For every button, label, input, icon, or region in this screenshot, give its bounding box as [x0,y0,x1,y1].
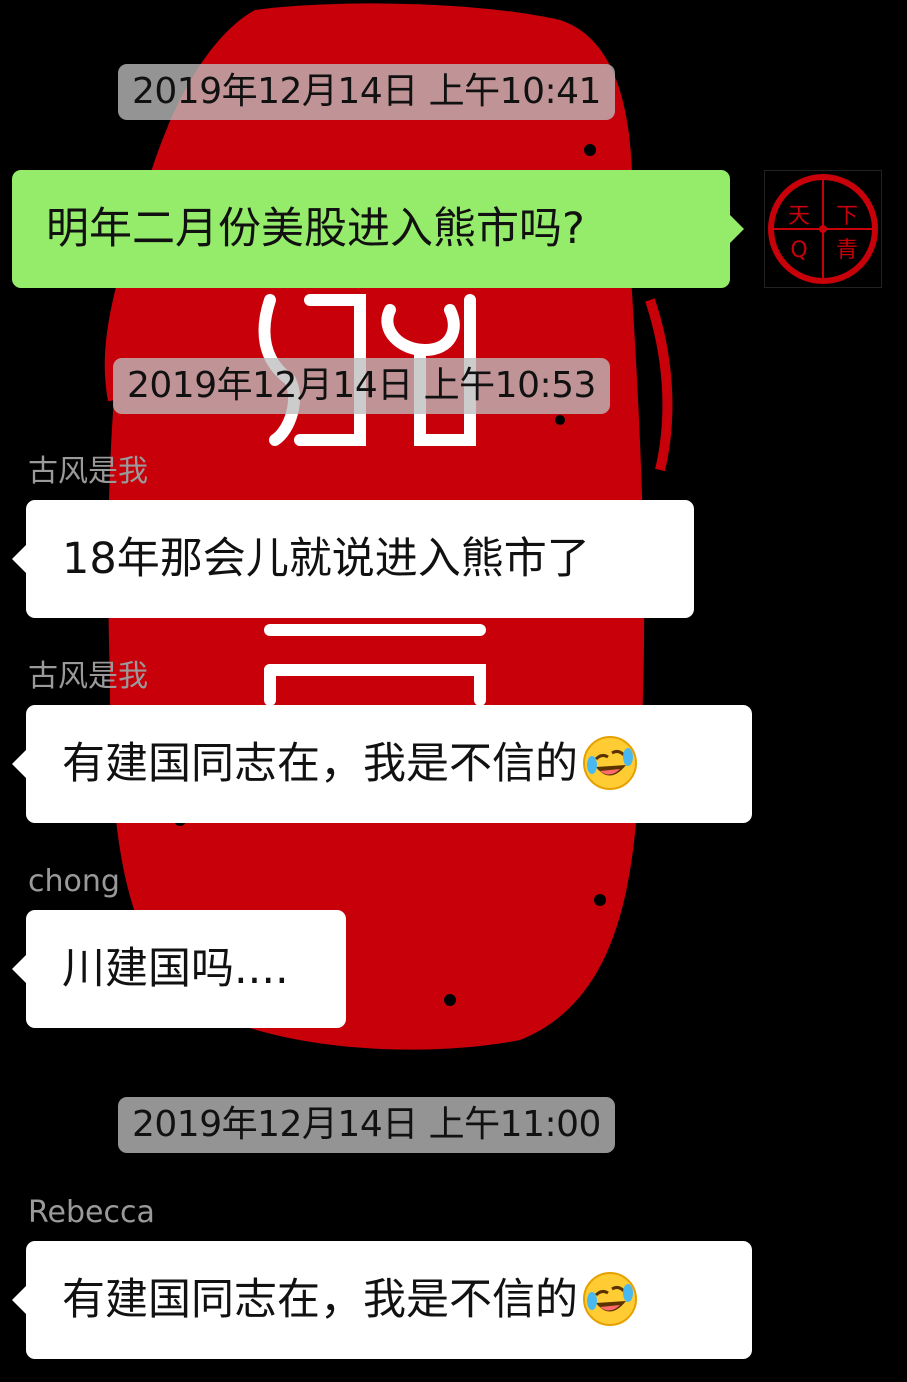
avatar-seal-graphic: 天 下 Q 青 [768,174,878,284]
message-text: 明年二月份美股进入熊市吗? [46,204,585,254]
timestamp-text: 2019年12月14日 上午10:41 [132,71,601,112]
incoming-message-bubble[interactable]: 有建国同志在，我是不信的 [12,705,752,823]
seal-char-2: 下 [836,204,858,229]
sender-name: 古风是我 [28,454,148,489]
timestamp-text: 2019年12月14日 上午10:53 [127,365,596,406]
sender-name: Rebecca [28,1195,155,1230]
timestamp-pill: 2019年12月14日 上午10:41 [118,64,615,120]
rolling-on-floor-laughing-emoji [583,735,637,790]
incoming-message-bubble[interactable]: 有建国同志在，我是不信的 [12,1241,752,1359]
outgoing-message-bubble[interactable]: 明年二月份美股进入熊市吗? [12,170,744,288]
seal-char-3: Q [790,238,807,263]
message-text: 川建国吗.... [62,944,289,994]
sender-name: chong [28,864,120,899]
message-text: 有建国同志在，我是不信的 [62,1275,578,1325]
incoming-message-bubble[interactable]: 18年那会儿就说进入熊市了 [12,500,694,618]
red-seal-avatar-icon[interactable]: 天 下 Q 青 [764,170,882,288]
message-text: 18年那会儿就说进入熊市了 [62,534,590,584]
rolling-on-floor-laughing-emoji [583,1271,637,1326]
seal-char-1: 天 [788,204,810,229]
incoming-message-bubble[interactable]: 川建国吗.... [12,910,346,1028]
seal-char-4: 青 [836,238,858,263]
timestamp-pill: 2019年12月14日 上午10:53 [113,358,610,414]
timestamp-pill: 2019年12月14日 上午11:00 [118,1097,615,1153]
message-text: 有建国同志在，我是不信的 [62,739,578,789]
timestamp-text: 2019年12月14日 上午11:00 [132,1104,601,1145]
sender-name: 古风是我 [28,659,148,694]
